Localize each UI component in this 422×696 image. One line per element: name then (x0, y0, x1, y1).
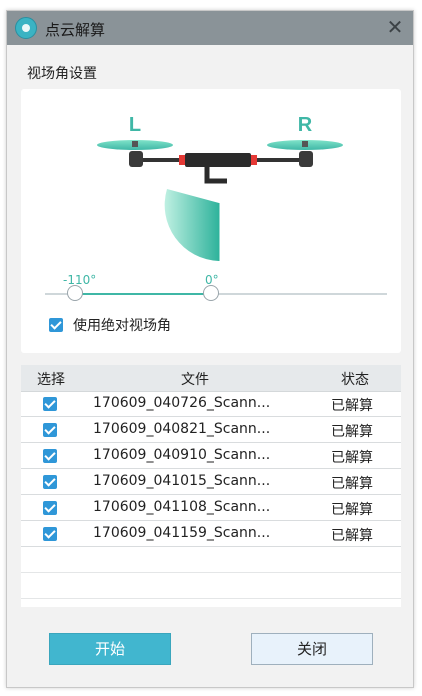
app-logo-icon (15, 17, 37, 39)
header-select: 选择 (37, 372, 65, 388)
row-file-name: 170609_041159_Scann... (93, 525, 271, 541)
row-file-name: 170609_040726_Scann... (93, 395, 271, 411)
row-file-name: 170609_040821_Scann... (93, 421, 271, 437)
table-row[interactable]: 170609_041108_Scann... 已解算 (21, 495, 401, 521)
fov-slider-left-handle[interactable] (67, 285, 83, 301)
angle-left-value: -110° (63, 273, 97, 287)
title-bar[interactable]: 点云解算 ✕ (7, 11, 413, 45)
empty-table-row (21, 547, 401, 573)
use-absolute-fov-checkbox[interactable] (49, 318, 63, 332)
header-status: 状态 (341, 372, 369, 388)
row-status: 已解算 (331, 502, 373, 518)
header-file: 文件 (181, 372, 209, 388)
use-absolute-fov-option[interactable]: 使用绝对视场角 (49, 315, 171, 335)
close-button[interactable]: 关闭 (251, 633, 373, 665)
drone-left-label: L (129, 114, 141, 136)
point-cloud-solve-dialog: 点云解算 ✕ 视场角设置 L R -110° 0° 使用绝对视场角 选择 文件 … (6, 10, 414, 688)
table-row[interactable]: 170609_041159_Scann... 已解算 (21, 521, 401, 547)
table-header: 选择 文件 状态 (21, 365, 401, 392)
start-button[interactable]: 开始 (49, 633, 171, 665)
empty-table-row (21, 573, 401, 599)
file-table: 选择 文件 状态 170609_040726_Scann... 已解算 1706… (21, 365, 401, 607)
drone-diagram: L R (97, 114, 343, 261)
row-checkbox[interactable] (43, 449, 57, 463)
close-icon[interactable]: ✕ (383, 16, 407, 40)
row-status: 已解算 (331, 476, 373, 492)
row-status: 已解算 (331, 398, 373, 414)
row-checkbox[interactable] (43, 423, 57, 437)
row-checkbox[interactable] (43, 501, 57, 515)
table-row[interactable]: 170609_040726_Scann... 已解算 (21, 391, 401, 417)
row-file-name: 170609_040910_Scann... (93, 447, 271, 463)
row-file-name: 170609_041015_Scann... (93, 473, 271, 489)
table-row[interactable]: 170609_041015_Scann... 已解算 (21, 469, 401, 495)
row-checkbox[interactable] (43, 475, 57, 489)
row-status: 已解算 (331, 450, 373, 466)
row-status: 已解算 (331, 424, 373, 440)
fov-slider-range (75, 293, 213, 295)
fov-slider-right-handle[interactable] (203, 285, 219, 301)
table-row[interactable]: 170609_040821_Scann... 已解算 (21, 417, 401, 443)
fov-section-label: 视场角设置 (27, 66, 97, 82)
row-checkbox[interactable] (43, 397, 57, 411)
fov-panel: L R -110° 0° 使用绝对视场角 (21, 89, 401, 353)
row-status: 已解算 (331, 528, 373, 544)
table-row[interactable]: 170609_040910_Scann... 已解算 (21, 443, 401, 469)
drone-right-label: R (298, 114, 313, 136)
row-file-name: 170609_041108_Scann... (93, 499, 271, 515)
fov-sector (164, 189, 219, 261)
window-title: 点云解算 (45, 21, 106, 39)
row-checkbox[interactable] (43, 527, 57, 541)
use-absolute-fov-label: 使用绝对视场角 (73, 318, 171, 334)
